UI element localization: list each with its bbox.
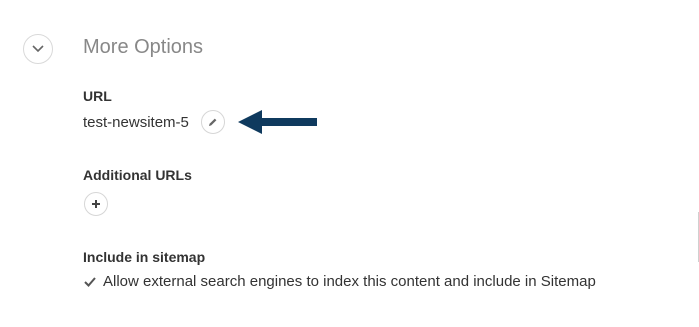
pencil-icon (209, 118, 217, 126)
collapse-toggle-button[interactable] (23, 34, 53, 64)
url-label: URL (83, 88, 112, 104)
url-value: test-newsitem-5 (83, 114, 189, 131)
chevron-down-icon (32, 45, 44, 53)
section-title: More Options (83, 36, 204, 58)
additional-urls-label: Additional URLs (83, 167, 192, 183)
sitemap-checkbox[interactable] (83, 275, 97, 289)
annotation-arrow-icon (238, 110, 317, 134)
sitemap-checkbox-row[interactable]: Allow external search engines to index t… (83, 273, 596, 290)
checkmark-icon (84, 276, 96, 287)
sitemap-checkbox-label: Allow external search engines to index t… (103, 273, 596, 290)
plus-icon (92, 200, 100, 208)
edit-url-button[interactable] (201, 110, 225, 134)
sitemap-label: Include in sitemap (83, 249, 206, 265)
add-url-button[interactable] (84, 192, 108, 216)
